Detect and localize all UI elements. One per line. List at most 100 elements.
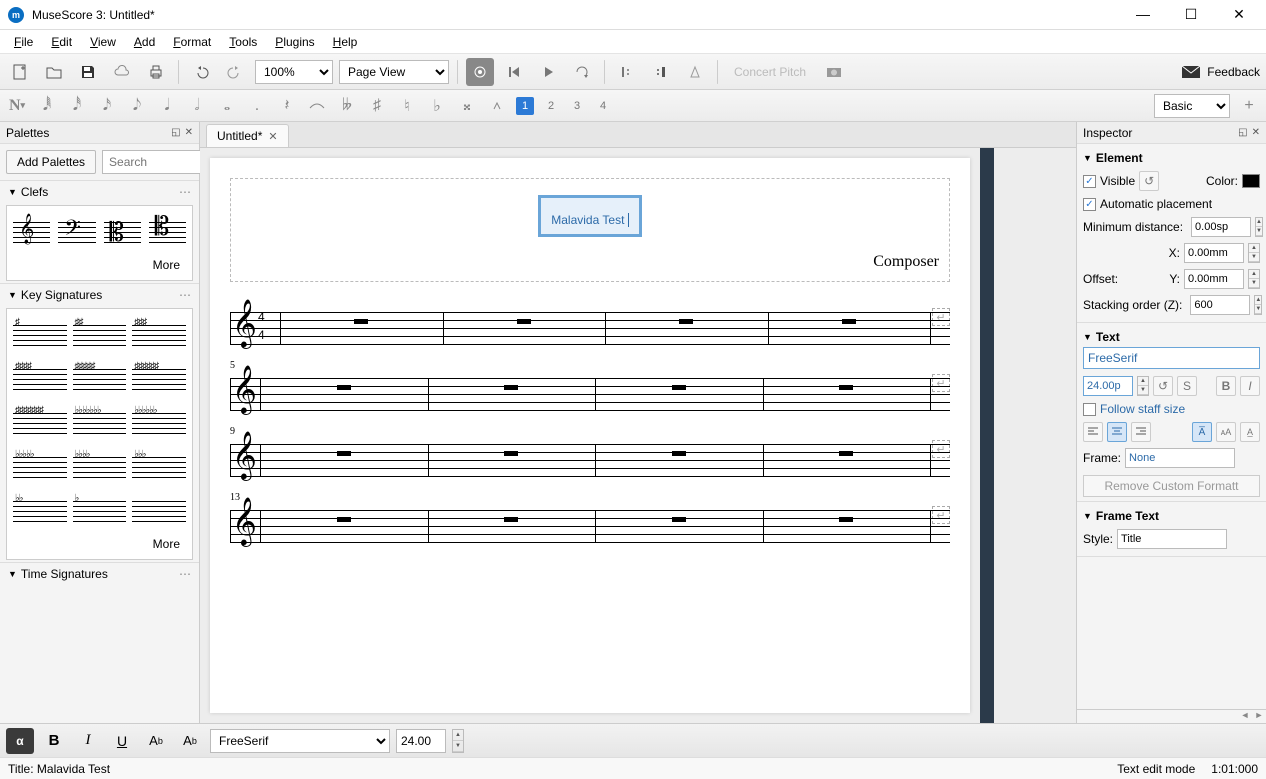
redo-icon[interactable] — [221, 58, 249, 86]
stacking-order-input[interactable] — [1190, 295, 1250, 315]
subscript-button[interactable]: Ab — [142, 728, 170, 754]
key-sig-cell[interactable]: ♯♯♯♯ — [13, 359, 67, 399]
bottom-font-combo[interactable]: FreeSerif — [210, 729, 390, 753]
key-sig-cell[interactable]: ♭♭♭♭ — [73, 447, 127, 487]
clefs-more-button[interactable]: More — [11, 254, 188, 276]
score-title[interactable]: Malavida Test — [538, 195, 642, 237]
clef-tenor[interactable]: 𝄡 — [149, 214, 186, 250]
camera-icon[interactable] — [820, 58, 848, 86]
menu-format[interactable]: Format — [165, 32, 219, 52]
feedback-button[interactable]: Feedback — [1181, 65, 1260, 79]
image-capture-icon[interactable] — [466, 58, 494, 86]
font-size-spinner[interactable]: ▲▼ — [1137, 376, 1149, 396]
note-64th-icon[interactable]: 𝅘𝅥𝅱 — [36, 95, 58, 117]
voice-1-button[interactable]: 1 — [516, 97, 534, 115]
font-smaller-icon[interactable]: ᴀA — [1216, 422, 1236, 442]
reset-visible-icon[interactable]: ↺ — [1139, 171, 1159, 191]
menu-tools[interactable]: Tools — [221, 32, 265, 52]
font-size-input[interactable] — [1083, 376, 1133, 396]
text-underline-button[interactable]: U — [108, 728, 136, 754]
note-whole-icon[interactable]: 𝅝 — [216, 95, 238, 117]
inspector-float-icon[interactable]: ◱ — [1238, 127, 1247, 138]
inspector-frametext-header[interactable]: Frame Text — [1096, 509, 1159, 523]
offset-x-spinner[interactable]: ▲▼ — [1248, 243, 1260, 263]
key-sig-cell[interactable]: ♯♯♯♯♯♯♯ — [13, 403, 67, 443]
reset-size-icon[interactable]: ↺ — [1153, 376, 1173, 396]
auto-placement-checkbox[interactable]: ✓ — [1083, 198, 1096, 211]
palette-clefs-header[interactable]: ▼Clefs⋯ — [0, 181, 199, 203]
frame-select[interactable] — [1125, 448, 1235, 468]
rewind-icon[interactable] — [500, 58, 528, 86]
flat-icon[interactable]: ♭ — [426, 95, 448, 117]
font-larger-icon[interactable]: A̲ — [1240, 422, 1260, 442]
inspector-scroll-left[interactable]: ◄ — [1238, 710, 1252, 723]
alpha-button[interactable]: α — [6, 728, 34, 754]
flip-icon[interactable] — [486, 95, 508, 117]
double-sharp-icon[interactable]: 𝄪 — [456, 95, 478, 117]
stacking-spinner[interactable]: ▲▼ — [1254, 295, 1262, 315]
key-sig-cell[interactable]: ♯♯♯ — [132, 315, 186, 355]
key-sig-cell[interactable]: ♭♭♭♭♭♭ — [132, 403, 186, 443]
remove-formatting-button[interactable]: Remove Custom Formatt — [1083, 475, 1260, 497]
sharp-icon[interactable]: ♯ — [366, 95, 388, 117]
keys-more-button[interactable]: More — [11, 533, 188, 555]
maximize-button[interactable]: ☐ — [1176, 6, 1206, 23]
zoom-combo[interactable]: 100% — [255, 60, 333, 84]
open-folder-icon[interactable] — [40, 58, 68, 86]
voice-4-button[interactable]: 4 — [594, 97, 612, 115]
inspector-scroll-right[interactable]: ► — [1252, 710, 1266, 723]
inspector-close-icon[interactable]: ✕ — [1252, 127, 1260, 138]
key-sig-cell[interactable]: ♭♭♭ — [132, 447, 186, 487]
play-icon[interactable] — [534, 58, 562, 86]
bottom-size-spinner[interactable]: ▲▼ — [452, 729, 464, 753]
offset-y-input[interactable] — [1184, 269, 1244, 289]
loop-icon[interactable] — [568, 58, 596, 86]
menu-file[interactable]: File — [6, 32, 41, 52]
note-half-icon[interactable]: 𝅗𝅥 — [186, 95, 208, 117]
bottom-size-input[interactable] — [396, 729, 446, 753]
palette-keys-header[interactable]: ▼Key Signatures⋯ — [0, 284, 199, 306]
save-icon[interactable] — [74, 58, 102, 86]
key-sig-cell[interactable]: ♯ — [13, 315, 67, 355]
align-center-icon[interactable] — [1107, 422, 1127, 442]
voice-3-button[interactable]: 3 — [568, 97, 586, 115]
key-sig-cell[interactable]: ♯♯ — [73, 315, 127, 355]
palette-close-icon[interactable]: ✕ — [185, 127, 193, 138]
note-16th-icon[interactable]: 𝅘𝅥𝅯 — [96, 95, 118, 117]
tab-close-icon[interactable]: ✕ — [268, 130, 277, 143]
min-distance-input[interactable] — [1191, 217, 1251, 237]
workspace-combo[interactable]: Basic — [1154, 94, 1230, 118]
offset-x-input[interactable] — [1184, 243, 1244, 263]
text-bold-button[interactable]: B — [40, 728, 68, 754]
note-input-icon[interactable]: N▾ — [6, 95, 28, 117]
cloud-icon[interactable] — [108, 58, 136, 86]
font-family-select[interactable] — [1083, 347, 1260, 369]
key-sig-cell[interactable]: ♯♯♯♯♯♯ — [132, 359, 186, 399]
style-s-button[interactable]: S — [1177, 376, 1197, 396]
valign-top-icon[interactable]: A̅ — [1192, 422, 1212, 442]
clef-bass[interactable]: 𝄢 — [58, 214, 95, 250]
inspector-text-header[interactable]: Text — [1096, 330, 1120, 344]
add-workspace-icon[interactable]: + — [1238, 95, 1260, 117]
minimize-button[interactable]: — — [1128, 6, 1158, 23]
tie-icon[interactable] — [306, 95, 328, 117]
palette-float-icon[interactable]: ◱ — [171, 127, 180, 138]
key-sig-cell[interactable]: ♭♭ — [13, 491, 67, 531]
align-left-icon[interactable] — [1083, 422, 1103, 442]
rest-icon[interactable]: 𝄽 — [276, 95, 298, 117]
repeat-end-icon[interactable] — [647, 58, 675, 86]
undo-icon[interactable] — [187, 58, 215, 86]
palette-time-header[interactable]: ▼Time Signatures⋯ — [0, 563, 199, 585]
offset-y-spinner[interactable]: ▲▼ — [1248, 269, 1260, 289]
document-tab[interactable]: Untitled*✕ — [206, 124, 289, 147]
min-distance-spinner[interactable]: ▲▼ — [1255, 217, 1263, 237]
note-8th-icon[interactable]: 𝅘𝅥𝅮 — [126, 95, 148, 117]
repeat-start-icon[interactable] — [613, 58, 641, 86]
double-flat-icon[interactable]: 𝄫 — [336, 95, 358, 117]
menu-plugins[interactable]: Plugins — [267, 32, 322, 52]
key-sig-cell[interactable]: ♭♭♭♭♭♭♭ — [73, 403, 127, 443]
clef-treble[interactable]: 𝄞 — [13, 214, 50, 250]
add-palettes-button[interactable]: Add Palettes — [6, 150, 96, 174]
inspector-element-header[interactable]: Element — [1096, 151, 1143, 165]
view-mode-combo[interactable]: Page View — [339, 60, 449, 84]
